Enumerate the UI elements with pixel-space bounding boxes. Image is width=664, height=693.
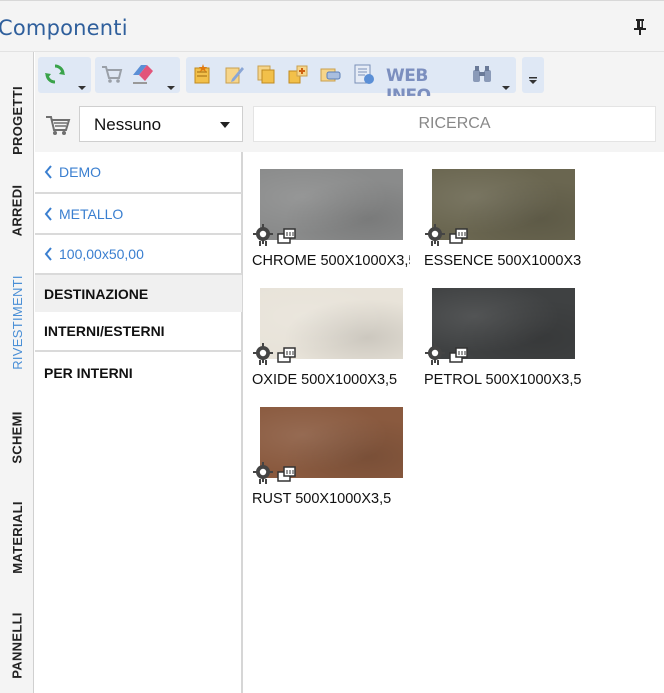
breadcrumb-back-size[interactable]: 100,00x50,00: [35, 235, 242, 275]
tile-layout-icon: [277, 228, 296, 244]
toolbar-overflow-button[interactable]: [522, 57, 544, 93]
product-card[interactable]: ESSENCE 500X1000X3,5: [417, 152, 582, 269]
cart-icon: [46, 116, 71, 135]
preview-icon[interactable]: [318, 61, 342, 87]
product-label: CHROME 500X1000X3,5: [252, 253, 410, 269]
product-label: RUST 500X1000X3,5: [252, 491, 392, 507]
tile-layout-icon: [449, 228, 468, 244]
toolbar-group-refresh: [38, 57, 91, 93]
pin-icon[interactable]: [634, 19, 646, 35]
product-grid: CHROME 500X1000X3,5 ESSENCE 500X1000X3,5…: [245, 152, 664, 693]
web-info-button[interactable]: WEB INFO: [372, 57, 472, 106]
vertical-tab-strip: PROGETTI ARREDI RIVESTIMENTI SCHEMI MATE…: [0, 52, 34, 693]
breadcrumb-back-demo[interactable]: DEMO: [35, 152, 242, 194]
tab-schemi[interactable]: SCHEMI: [0, 392, 34, 482]
tab-arredi[interactable]: ARREDI: [0, 170, 34, 250]
toolbar: WEB INFO: [35, 52, 664, 106]
search-input[interactable]: RICERCA: [253, 106, 656, 142]
tile-layout-icon: [277, 466, 296, 482]
product-badge-icons: [253, 462, 297, 484]
chevron-left-icon: [44, 165, 52, 179]
eraser-icon[interactable]: [131, 61, 155, 87]
toolbar-group-cart: [95, 57, 180, 93]
product-badge-icons: [253, 224, 297, 246]
chevron-down-icon[interactable]: [167, 86, 175, 90]
product-badge-icons: [425, 224, 469, 246]
binoculars-icon[interactable]: [470, 61, 494, 87]
product-card[interactable]: OXIDE 500X1000X3,5: [245, 271, 410, 388]
product-label: PETROL 500X1000X3,5: [424, 372, 582, 388]
tile-layout-icon: [277, 347, 296, 363]
refresh-icon[interactable]: [43, 61, 67, 87]
chevron-down-icon[interactable]: [78, 86, 86, 90]
filter-row: Nessuno RICERCA: [35, 96, 664, 152]
product-card[interactable]: RUST 500X1000X3,5: [245, 390, 410, 507]
product-card[interactable]: PETROL 500X1000X3,5: [417, 271, 582, 388]
settings-gear-icon: [253, 343, 273, 365]
category-list: DEMO METALLO 100,00x50,00 DESTINAZIONE I…: [35, 152, 243, 693]
category-per-interni[interactable]: PER INTERNI: [35, 352, 242, 394]
cart-select-value: Nessuno: [94, 115, 162, 134]
panel-titlebar: Componenti: [0, 0, 664, 52]
tab-progetti[interactable]: PROGETTI: [0, 70, 34, 170]
settings-gear-icon: [425, 224, 445, 246]
panel-title: Componenti: [0, 16, 128, 40]
chevron-left-icon: [44, 206, 52, 221]
tab-pannelli[interactable]: PANNELLI: [0, 600, 34, 690]
tab-materiali[interactable]: MATERIALI: [0, 492, 34, 582]
product-badge-icons: [253, 343, 297, 365]
breadcrumb-back-metallo[interactable]: METALLO: [35, 194, 242, 235]
category-interni-esterni[interactable]: INTERNI/ESTERNI: [35, 312, 242, 352]
product-card[interactable]: CHROME 500X1000X3,5: [245, 152, 410, 269]
chevron-down-icon[interactable]: [502, 86, 510, 90]
chevron-left-icon: [44, 247, 52, 261]
product-label: OXIDE 500X1000X3,5: [252, 372, 398, 388]
category-destinazione[interactable]: DESTINAZIONE: [35, 275, 242, 312]
overflow-icon: [529, 77, 537, 84]
tab-rivestimenti[interactable]: RIVESTIMENTI: [0, 257, 34, 387]
toolbar-group-tools: WEB INFO: [186, 57, 516, 106]
edit-icon[interactable]: [222, 61, 246, 87]
product-label: ESSENCE 500X1000X3,5: [424, 253, 582, 269]
new-item-icon[interactable]: [190, 61, 214, 87]
copy-icon[interactable]: [254, 61, 278, 87]
add-item-icon[interactable]: [286, 61, 310, 87]
cart-icon[interactable]: [100, 61, 124, 87]
settings-gear-icon: [253, 462, 273, 484]
cart-select[interactable]: Nessuno: [79, 106, 243, 142]
settings-gear-icon: [425, 343, 445, 365]
product-badge-icons: [425, 343, 469, 365]
settings-gear-icon: [253, 224, 273, 246]
chevron-down-icon: [220, 122, 230, 128]
tile-layout-icon: [449, 347, 468, 363]
